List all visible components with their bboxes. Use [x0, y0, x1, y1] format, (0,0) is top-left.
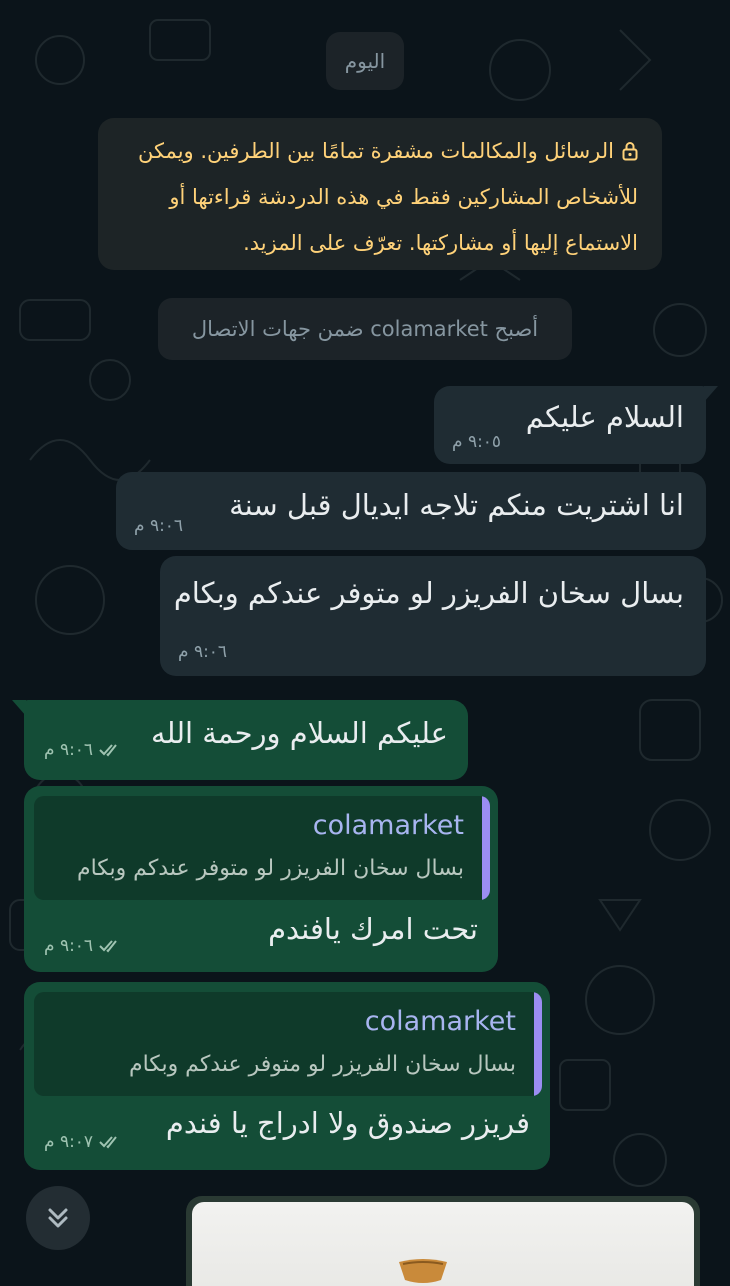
- quote-accent-bar: [482, 796, 490, 900]
- outgoing-reply-message[interactable]: colamarket بسال سخان الفريزر لو متوفر عن…: [24, 982, 550, 1170]
- incoming-message[interactable]: بسال سخان الفريزر لو متوفر عندكم وبكام ٩…: [160, 556, 706, 676]
- double-check-icon: [99, 940, 117, 953]
- outgoing-message[interactable]: عليكم السلام ورحمة الله ٩:٠٦ م: [24, 700, 468, 780]
- quote-text: بسال سخان الفريزر لو متوفر عندكم وبكام: [76, 856, 464, 881]
- message-status: ٩:٠٧ م: [44, 1132, 121, 1152]
- message-text: تحت امرك يافندم: [268, 912, 478, 946]
- message-status: ٩:٠٦ م: [44, 936, 121, 956]
- date-separator: اليوم: [326, 32, 404, 90]
- message-text: بسال سخان الفريزر لو متوفر عندكم وبكام: [173, 576, 684, 610]
- object-in-photo: [399, 1259, 447, 1283]
- quoted-message[interactable]: colamarket بسال سخان الفريزر لو متوفر عن…: [34, 992, 542, 1096]
- message-time: ٩:٠٦ م: [178, 642, 227, 662]
- quote-author: colamarket: [312, 810, 464, 841]
- time-label: ٩:٠٦ م: [44, 936, 94, 956]
- bubble-tail: [704, 386, 718, 402]
- message-text: فريزر صندوق ولا ادراج يا فندم: [165, 1106, 530, 1140]
- date-label: اليوم: [344, 49, 386, 73]
- quote-text: بسال سخان الفريزر لو متوفر عندكم وبكام: [128, 1052, 516, 1077]
- contact-added-notice: أصبح colamarket ضمن جهات الاتصال: [158, 298, 572, 360]
- message-text: انا اشتريت منكم تلاجه ايديال قبل سنة: [229, 488, 684, 522]
- time-label: ٩:٠٦ م: [134, 516, 184, 536]
- time-label: ٩:٠٦ م: [178, 642, 228, 662]
- message-status: ٩:٠٦ م: [44, 740, 121, 760]
- incoming-message[interactable]: انا اشتريت منكم تلاجه ايديال قبل سنة ٩:٠…: [116, 472, 706, 550]
- lock-icon: [622, 142, 638, 161]
- time-label: ٩:٠٥ م: [452, 432, 502, 452]
- encryption-notice[interactable]: الرسائل والمكالمات مشفرة تمامًا بين الطر…: [98, 118, 662, 270]
- outgoing-reply-message[interactable]: colamarket بسال سخان الفريزر لو متوفر عن…: [24, 786, 498, 972]
- quote-author: colamarket: [364, 1006, 516, 1037]
- message-time: ٩:٠٦ م: [134, 516, 183, 536]
- time-label: ٩:٠٧ م: [44, 1132, 94, 1152]
- encryption-notice-text: الرسائل والمكالمات مشفرة تمامًا بين الطر…: [137, 139, 638, 255]
- message-text: السلام عليكم: [525, 400, 684, 434]
- message-text: عليكم السلام ورحمة الله: [151, 716, 448, 750]
- image-thumbnail[interactable]: [192, 1202, 694, 1286]
- scroll-to-bottom-button[interactable]: [26, 1186, 90, 1250]
- bubble-tail: [12, 700, 26, 716]
- quote-accent-bar: [534, 992, 542, 1096]
- message-time: ٩:٠٥ م: [452, 432, 501, 452]
- quoted-message[interactable]: colamarket بسال سخان الفريزر لو متوفر عن…: [34, 796, 490, 900]
- time-label: ٩:٠٦ م: [44, 740, 94, 760]
- double-check-icon: [99, 1136, 117, 1149]
- double-check-icon: [99, 744, 117, 757]
- incoming-message[interactable]: السلام عليكم ٩:٠٥ م: [434, 386, 706, 464]
- image-message-preview[interactable]: [186, 1196, 700, 1286]
- chevrons-down-icon: [48, 1208, 68, 1228]
- contact-notice-text: أصبح colamarket ضمن جهات الاتصال: [191, 317, 539, 341]
